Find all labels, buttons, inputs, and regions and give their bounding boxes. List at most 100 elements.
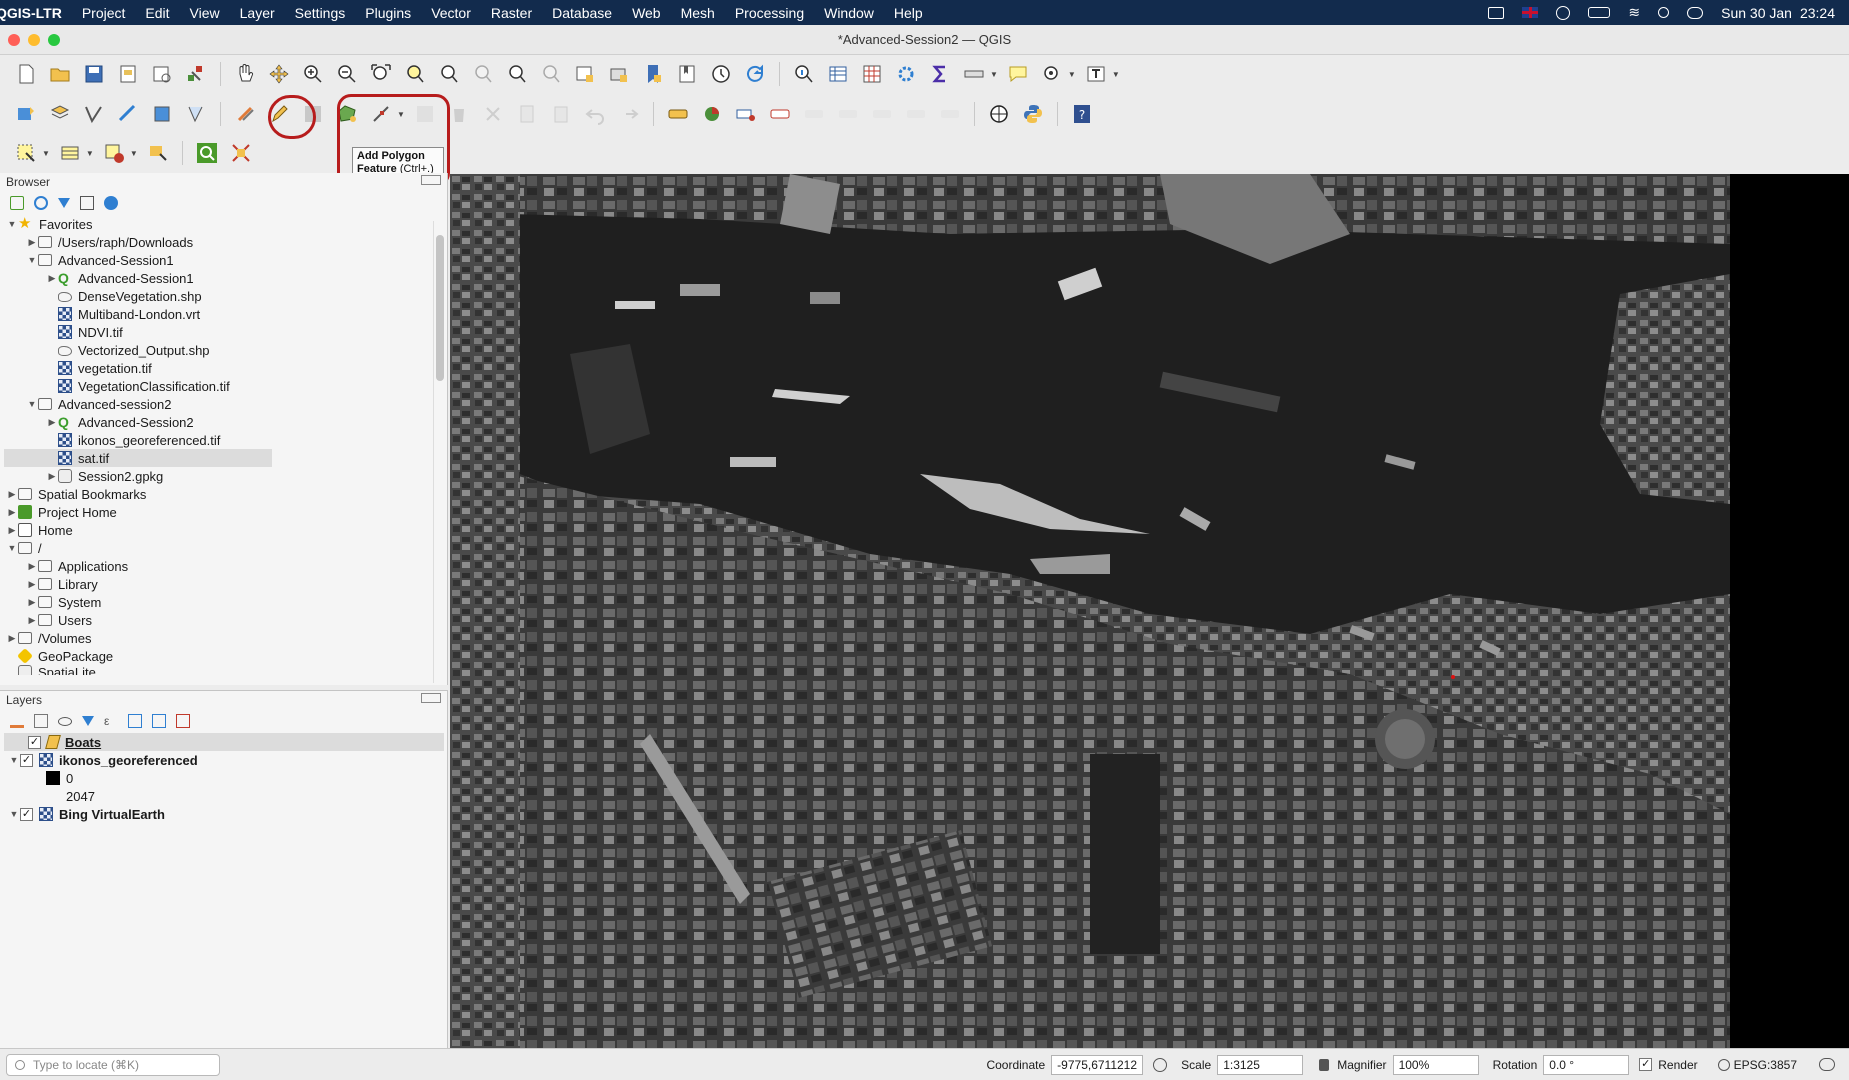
chevron-down-icon[interactable]: ▼ bbox=[1068, 70, 1076, 79]
expand-icon[interactable]: ▶ bbox=[46, 471, 58, 482]
collapse-icon[interactable]: ▼ bbox=[8, 755, 20, 765]
zoom-window-button[interactable] bbox=[48, 33, 60, 46]
tree-item-geopackage[interactable]: GeoPackage bbox=[17, 647, 113, 665]
tree-item-system[interactable]: ▶ System bbox=[26, 593, 102, 611]
tree-item-sat[interactable]: sat.tif bbox=[4, 449, 272, 467]
remove-layer-icon[interactable] bbox=[176, 714, 190, 728]
help-icon[interactable]: ? bbox=[1068, 100, 1096, 128]
undo-icon[interactable] bbox=[581, 100, 609, 128]
attribute-table-icon[interactable] bbox=[824, 60, 852, 88]
expand-icon[interactable]: ▶ bbox=[26, 615, 38, 626]
filter-icon[interactable] bbox=[58, 198, 70, 208]
show-hide-labels-icon[interactable] bbox=[800, 100, 828, 128]
add-selected-layers-icon[interactable] bbox=[10, 196, 24, 210]
chevron-down-icon[interactable]: ▼ bbox=[397, 110, 405, 119]
delete-selected-icon[interactable] bbox=[445, 100, 473, 128]
layer-diagram-icon[interactable] bbox=[698, 100, 726, 128]
expand-icon[interactable]: ▶ bbox=[6, 489, 18, 500]
tree-item-advanced-session2-folder[interactable]: ▼ Advanced-session2 bbox=[26, 395, 172, 413]
tree-item-multiband-london[interactable]: Multiband-London.vrt bbox=[58, 305, 200, 323]
menu-settings[interactable]: Settings bbox=[285, 5, 356, 21]
refresh-icon[interactable] bbox=[741, 60, 769, 88]
pan-hand-icon[interactable] bbox=[231, 60, 259, 88]
panel-close-icon[interactable] bbox=[421, 693, 441, 703]
tree-item-applications[interactable]: ▶ Applications bbox=[26, 557, 129, 575]
coordinate-field[interactable]: -9775,6711212 bbox=[1051, 1054, 1144, 1075]
zoom-full-icon[interactable] bbox=[367, 60, 395, 88]
save-project-icon[interactable] bbox=[80, 60, 108, 88]
render-checkbox[interactable]: ✓ bbox=[1639, 1058, 1653, 1071]
expand-icon[interactable]: ▶ bbox=[26, 597, 38, 608]
text-annotation-icon[interactable] bbox=[1082, 60, 1110, 88]
add-vector-layer-icon[interactable] bbox=[80, 100, 108, 128]
new-layer-icon[interactable] bbox=[46, 100, 74, 128]
tree-item-favorites[interactable]: ▼ ★ Favorites bbox=[6, 215, 93, 233]
minimize-window-button[interactable] bbox=[28, 33, 40, 46]
layer-row-ikonos[interactable]: ▼ ✓ ikonos_georeferenced bbox=[8, 751, 198, 769]
zoom-native-icon[interactable] bbox=[469, 60, 497, 88]
python-console-icon[interactable] bbox=[1019, 100, 1047, 128]
expand-icon[interactable]: ▶ bbox=[6, 507, 18, 518]
tree-item-ndvi[interactable]: NDVI.tif bbox=[58, 323, 123, 341]
tree-item-vegetation-classification[interactable]: VegetationClassification.tif bbox=[58, 377, 230, 395]
current-edits-icon[interactable] bbox=[231, 100, 259, 128]
pan-to-selection-icon[interactable] bbox=[265, 60, 293, 88]
tree-item-volumes[interactable]: ▶ /Volumes bbox=[6, 629, 92, 647]
map-canvas[interactable] bbox=[450, 174, 1849, 1048]
menu-vector[interactable]: Vector bbox=[421, 5, 481, 21]
tree-item-spatial-bookmarks[interactable]: ▶ Spatial Bookmarks bbox=[6, 485, 147, 503]
lock-scale-icon[interactable] bbox=[1319, 1058, 1330, 1071]
menu-project[interactable]: Project bbox=[72, 5, 136, 21]
tree-item-project-home[interactable]: ▶ Project Home bbox=[6, 503, 117, 521]
expand-icon[interactable]: ▶ bbox=[46, 417, 58, 428]
measure-ruler-icon[interactable] bbox=[960, 60, 988, 88]
expand-icon[interactable]: ▶ bbox=[6, 633, 18, 644]
new-print-layout-icon[interactable] bbox=[114, 60, 142, 88]
select-by-value-icon[interactable] bbox=[56, 139, 84, 167]
show-bookmarks-icon[interactable] bbox=[673, 60, 701, 88]
play-icon[interactable] bbox=[1556, 5, 1571, 20]
tree-item-vectorized-output[interactable]: Vectorized_Output.shp bbox=[58, 341, 210, 359]
add-group-icon[interactable] bbox=[34, 714, 48, 728]
tree-item-root[interactable]: ▼ / bbox=[6, 539, 42, 557]
collapse-icon[interactable]: ▼ bbox=[26, 255, 38, 265]
tree-item-users[interactable]: ▶ Users bbox=[26, 611, 92, 629]
select-features-icon[interactable] bbox=[12, 139, 40, 167]
paste-features-icon[interactable] bbox=[547, 100, 575, 128]
new-bookmark-icon[interactable] bbox=[639, 60, 667, 88]
menu-help[interactable]: Help bbox=[884, 5, 933, 21]
locator-search-input[interactable]: Type to locate (⌘K) bbox=[6, 1053, 220, 1076]
chevron-down-icon[interactable]: ▼ bbox=[42, 149, 50, 158]
layer-row-bing[interactable]: ▼ ✓ Bing VirtualEarth bbox=[8, 805, 165, 823]
collapse-all-icon[interactable] bbox=[80, 196, 94, 210]
layer-visibility-checkbox[interactable]: ✓ bbox=[28, 735, 41, 749]
browser-scrollbar[interactable] bbox=[433, 221, 445, 683]
menu-window[interactable]: Window bbox=[814, 5, 884, 21]
tree-item-densevegetation[interactable]: DenseVegetation.shp bbox=[58, 287, 202, 305]
modify-attributes-icon[interactable] bbox=[411, 100, 439, 128]
expand-icon[interactable]: ▶ bbox=[46, 273, 58, 284]
georeferencer-icon[interactable] bbox=[227, 139, 255, 167]
new-project-icon[interactable] bbox=[12, 60, 40, 88]
layout-manager-icon[interactable] bbox=[148, 60, 176, 88]
cut-features-icon[interactable] bbox=[479, 100, 507, 128]
menu-database[interactable]: Database bbox=[542, 5, 622, 21]
visibility-eye-icon[interactable] bbox=[58, 716, 72, 726]
tree-item-ikonos[interactable]: ikonos_georeferenced.tif bbox=[58, 431, 220, 449]
statistics-sigma-icon[interactable] bbox=[926, 60, 954, 88]
zoom-next-icon[interactable] bbox=[537, 60, 565, 88]
expand-all-icon[interactable] bbox=[128, 714, 142, 728]
magnifier-spinbox[interactable]: 100% bbox=[1392, 1054, 1479, 1075]
zoom-to-selection-icon[interactable] bbox=[401, 60, 429, 88]
flag-icon[interactable] bbox=[1522, 7, 1539, 18]
expand-icon[interactable]: ▶ bbox=[26, 237, 38, 248]
crs-globe-icon[interactable] bbox=[1717, 1058, 1730, 1071]
chevron-down-icon[interactable]: ▼ bbox=[86, 149, 94, 158]
add-mesh-layer-icon[interactable] bbox=[148, 100, 176, 128]
plugin-globe-icon[interactable] bbox=[985, 100, 1013, 128]
menu-raster[interactable]: Raster bbox=[481, 5, 542, 21]
save-layer-edits-icon[interactable] bbox=[299, 100, 327, 128]
expand-icon[interactable]: ▶ bbox=[26, 579, 38, 590]
search-locator-icon[interactable] bbox=[193, 139, 221, 167]
tree-item-advanced-session1-project[interactable]: ▶ Q Advanced-Session1 bbox=[46, 269, 194, 287]
